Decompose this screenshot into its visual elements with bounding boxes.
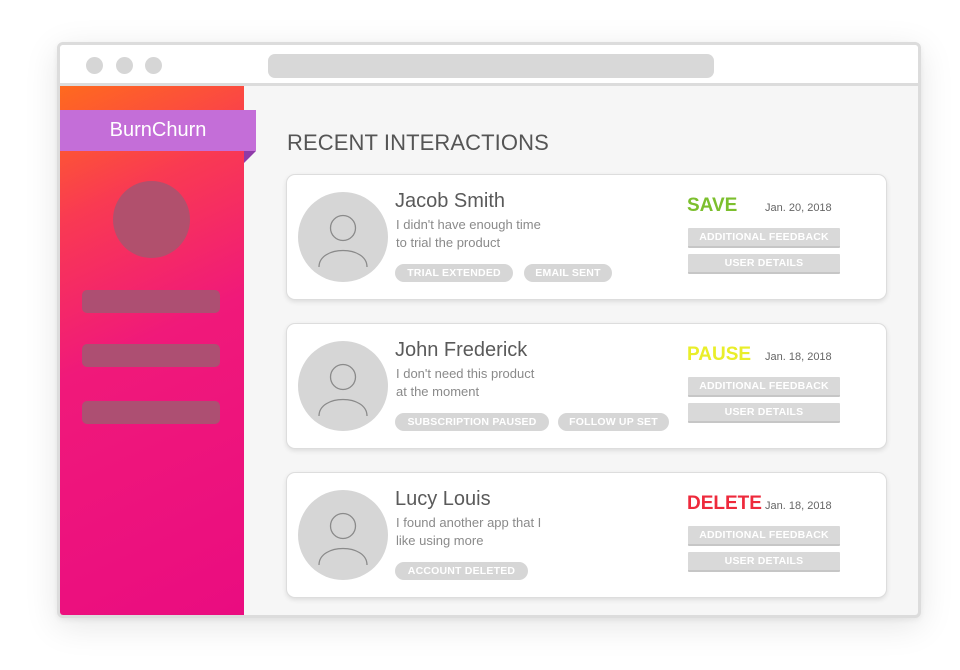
action-tag: EMAIL SENT — [524, 264, 612, 282]
sidebar-item-1[interactable] — [82, 290, 220, 313]
user-name: Jacob Smith — [395, 190, 506, 212]
user-avatar[interactable] — [298, 341, 388, 431]
title-bar — [60, 45, 918, 86]
user-avatar[interactable] — [298, 490, 388, 580]
action-tag: ACCOUNT DELETED — [395, 562, 528, 580]
status-label: DELETE — [687, 493, 762, 514]
action-tag: FOLLOW UP SET — [558, 413, 669, 431]
interaction-date: Jan. 18, 2018 — [765, 351, 832, 363]
interaction-card: Jacob Smith I didn't have enough time to… — [286, 174, 887, 300]
interaction-date: Jan. 18, 2018 — [765, 500, 832, 512]
address-bar[interactable] — [268, 54, 714, 78]
interaction-date: Jan. 20, 2018 — [765, 202, 832, 214]
additional-feedback-button[interactable]: ADDITIONAL FEEDBACK — [688, 377, 840, 397]
sidebar: BurnChurn — [60, 86, 256, 615]
feedback-message-line: I found another app that I — [396, 515, 542, 530]
interaction-card: John Frederick I don't need this product… — [286, 323, 887, 449]
page-title: RECENT INTERACTIONS — [287, 130, 549, 155]
additional-feedback-button[interactable]: ADDITIONAL FEEDBACK — [688, 526, 840, 546]
user-name: Lucy Louis — [395, 488, 491, 510]
user-name: John Frederick — [395, 339, 528, 361]
feedback-message-line: to trial the product — [396, 235, 501, 250]
additional-feedback-button[interactable]: ADDITIONAL FEEDBACK — [688, 228, 840, 248]
window-minimize-dot[interactable] — [116, 57, 133, 74]
user-details-button[interactable]: USER DETAILS — [688, 254, 840, 274]
action-tag: TRIAL EXTENDED — [395, 264, 513, 282]
sidebar-item-3[interactable] — [82, 401, 220, 424]
logo-ribbon-fold — [244, 151, 256, 163]
feedback-message-line: at the moment — [396, 384, 480, 399]
action-tag: SUBSCRIPTION PAUSED — [395, 413, 549, 431]
sidebar-avatar[interactable] — [113, 181, 190, 258]
user-details-button[interactable]: USER DETAILS — [688, 552, 840, 572]
feedback-message-line: like using more — [396, 533, 484, 548]
user-icon — [318, 214, 368, 268]
interaction-card: Lucy Louis I found another app that I li… — [286, 472, 887, 598]
window-maximize-dot[interactable] — [145, 57, 162, 74]
sidebar-item-2[interactable] — [82, 344, 220, 367]
user-icon — [318, 363, 368, 417]
user-avatar[interactable] — [298, 192, 388, 282]
user-details-button[interactable]: USER DETAILS — [688, 403, 840, 423]
browser-window: BurnChurn RECENT INTERACTIONS Jacob Smit… — [57, 42, 921, 618]
window-close-dot[interactable] — [86, 57, 103, 74]
status-label: PAUSE — [687, 344, 752, 365]
user-icon — [318, 512, 368, 566]
feedback-message-line: I didn't have enough time — [396, 217, 541, 232]
app-logo: BurnChurn — [60, 110, 256, 151]
feedback-message-line: I don't need this product — [396, 366, 535, 381]
status-label: SAVE — [687, 195, 738, 216]
